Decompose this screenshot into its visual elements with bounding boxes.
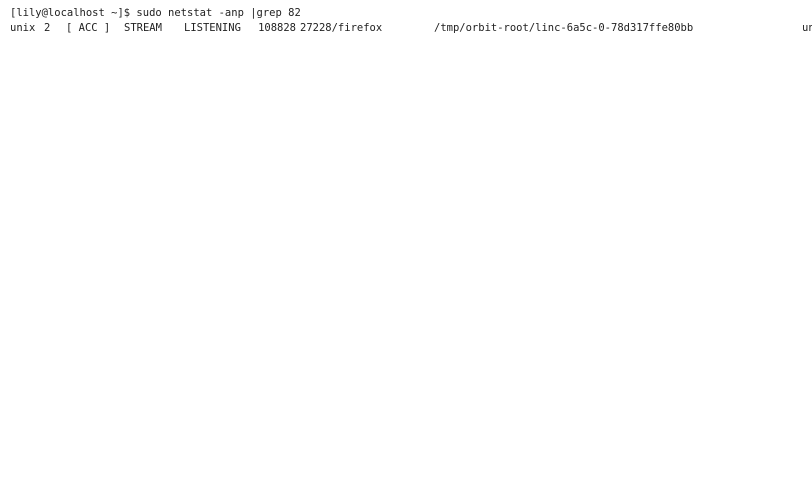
col-type: STREAM [124, 21, 184, 35]
col-path: /tmp/orbit-root/linc-6a5c-0-78d317ffe80b… [434, 21, 693, 35]
col-pid-program: 27228/firefox [300, 21, 434, 35]
table-row: unix2[ ACC ]STREAMLISTENING10882827228/f… [10, 21, 802, 35]
col-flags: [ ACC ] [66, 21, 124, 35]
col-proto: unix [10, 21, 44, 35]
shell-prompt[interactable]: [lily@localhost ~]$ sudo netstat -anp |g… [10, 6, 802, 20]
col-refcnt: 2 [44, 21, 66, 35]
col-proto: unix [802, 21, 812, 35]
netstat-output: unix2[ ACC ]STREAMLISTENING10882827228/f… [10, 21, 802, 35]
col-inode: 108828 [254, 21, 300, 35]
col-state: LISTENING [184, 21, 254, 35]
table-row: unix2[ ACC ]STREAMLISTENING178862617/gno… [802, 21, 812, 35]
